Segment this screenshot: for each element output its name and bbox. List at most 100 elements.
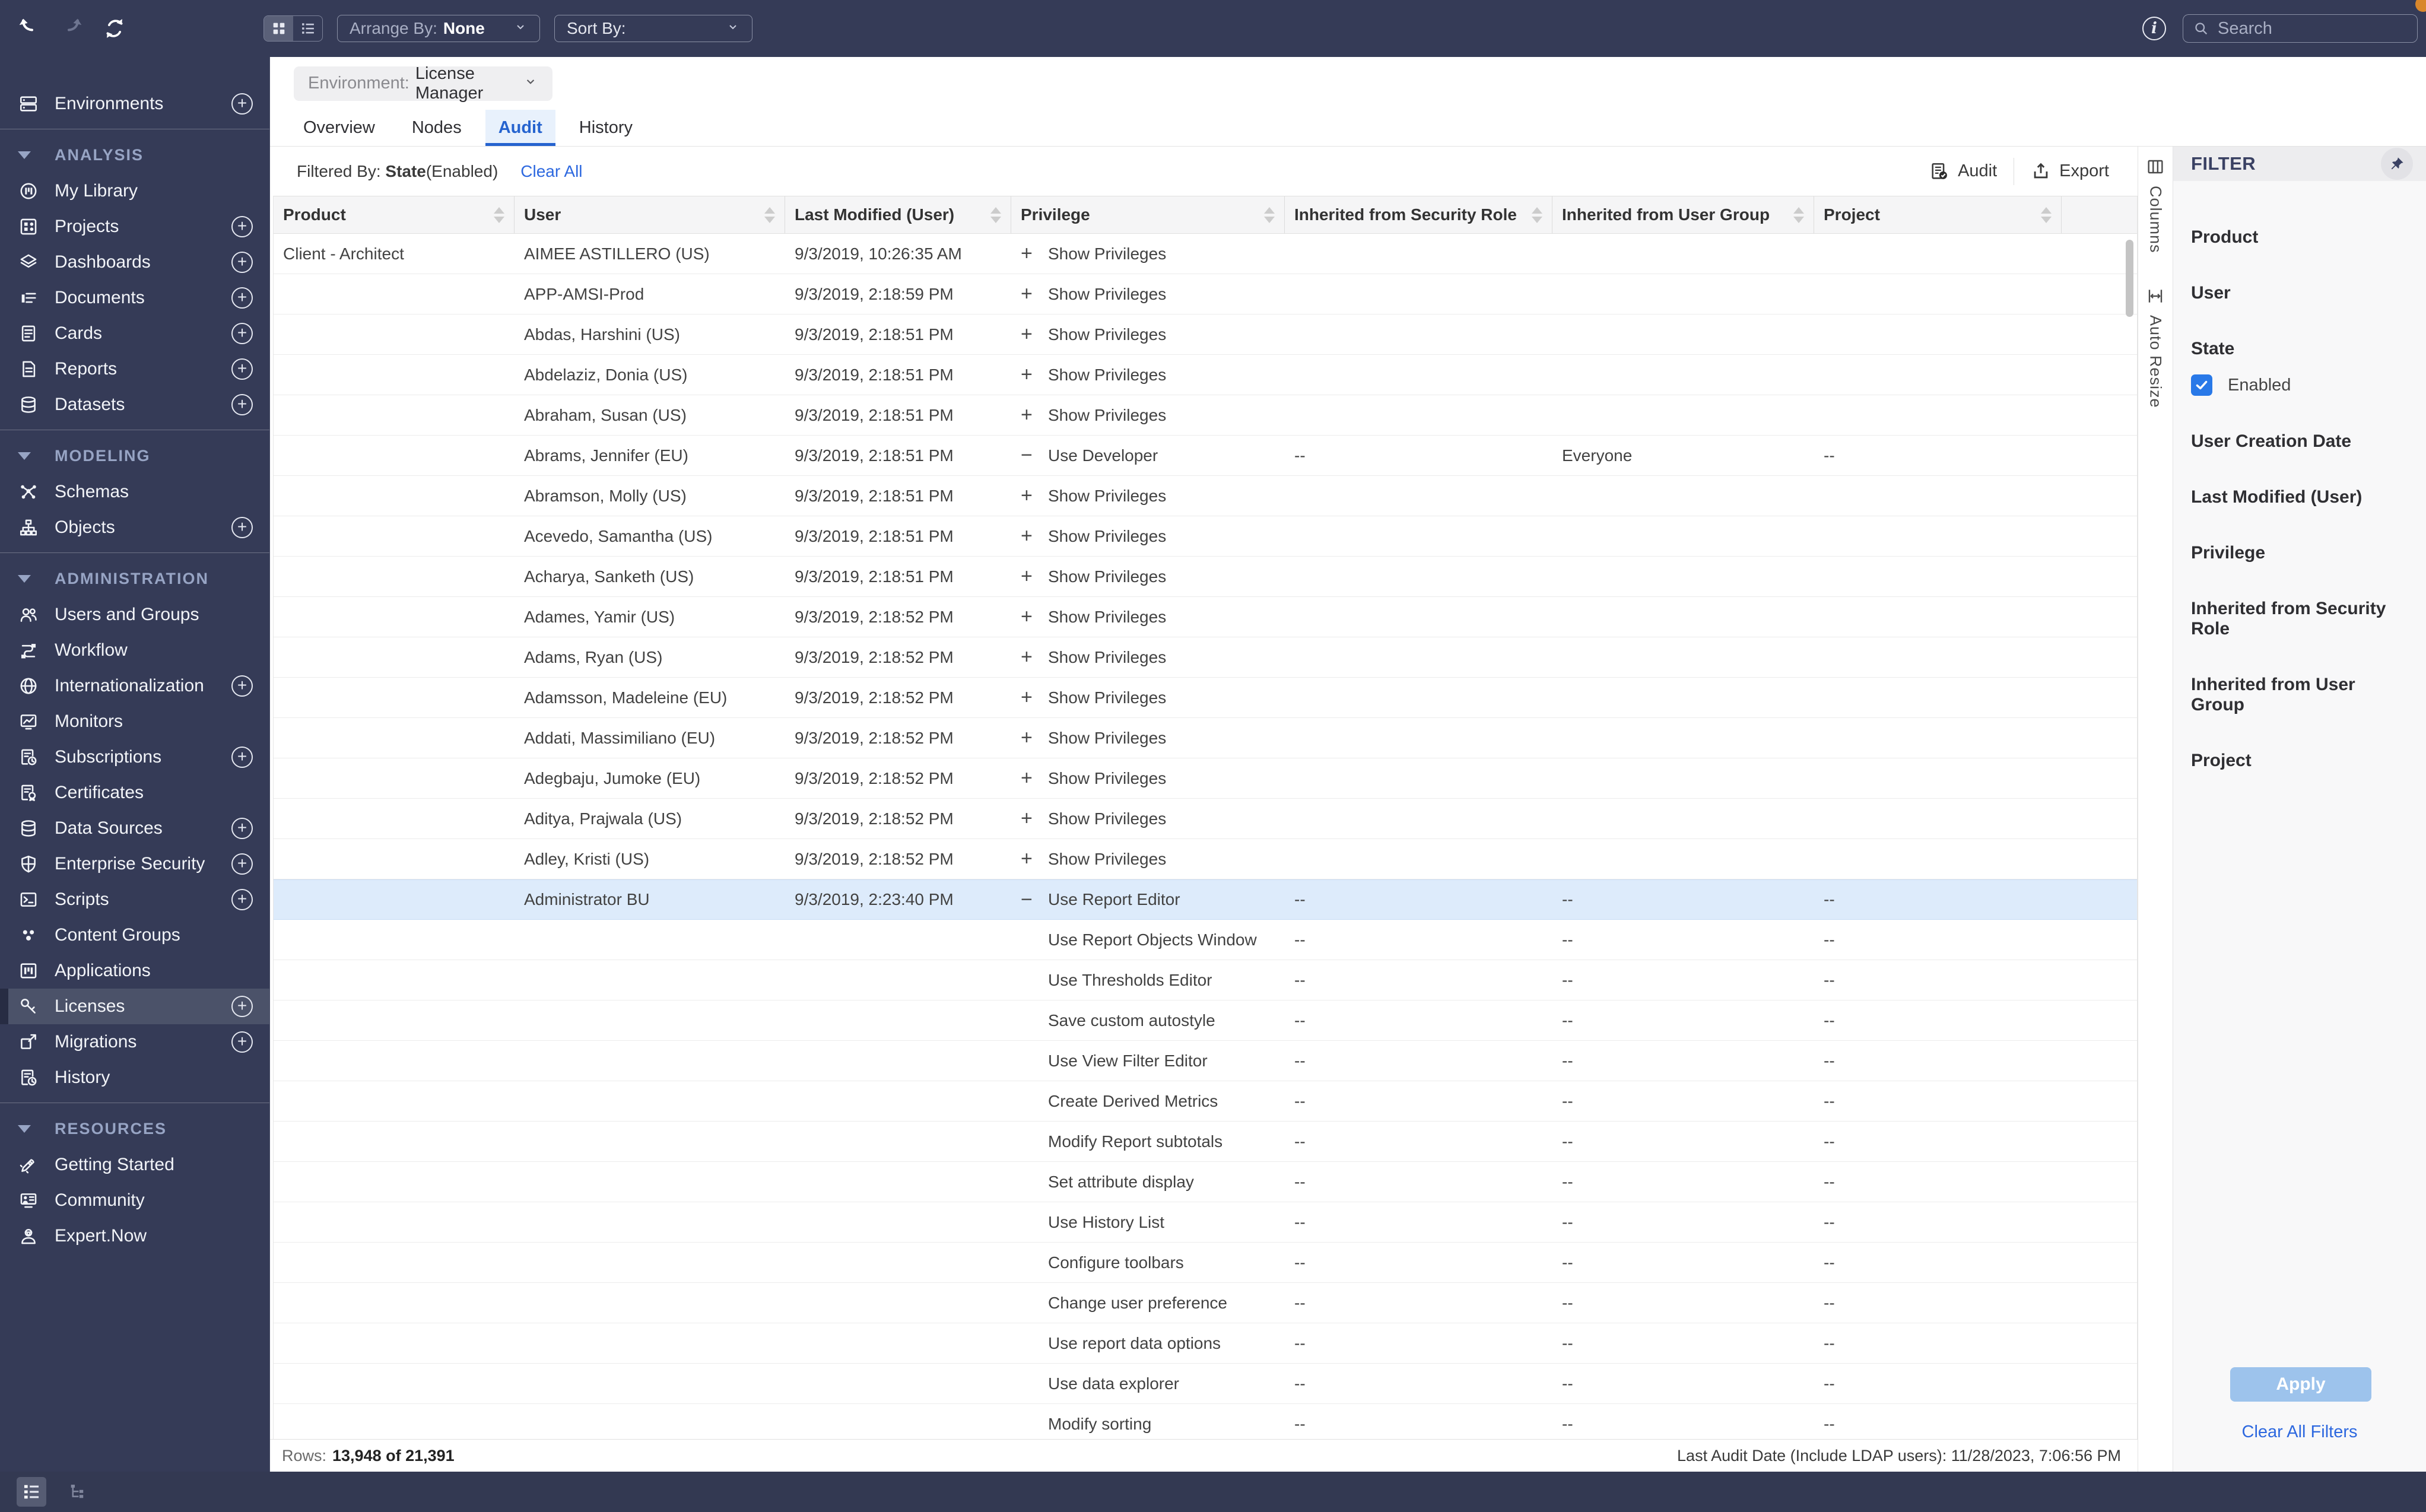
add-icon[interactable]: + xyxy=(231,216,253,237)
sort-icon[interactable] xyxy=(764,207,775,223)
sidebar-item-applications[interactable]: Applications xyxy=(0,953,269,989)
tree-view-mode-button[interactable] xyxy=(63,1477,93,1507)
sidebar-item-getting-started[interactable]: Getting Started xyxy=(0,1147,269,1183)
expand-icon[interactable]: + xyxy=(1021,726,1048,749)
expand-icon[interactable]: + xyxy=(1021,847,1048,871)
auto-resize-tab[interactable]: Auto Resize xyxy=(2146,287,2165,408)
add-icon[interactable]: + xyxy=(231,93,253,115)
add-icon[interactable]: + xyxy=(231,996,253,1017)
expand-icon[interactable]: + xyxy=(1021,525,1048,548)
column-header-last-modified-user-[interactable]: Last Modified (User) xyxy=(785,196,1011,233)
sidebar-item-data-sources[interactable]: Data Sources+ xyxy=(0,811,269,846)
sidebar-section-modeling[interactable]: MODELING xyxy=(0,437,269,474)
sidebar-item-environments[interactable]: Environments+ xyxy=(0,86,269,122)
sidebar-item-internationalization[interactable]: Internationalization+ xyxy=(0,668,269,704)
table-row[interactable]: Modify sorting------ xyxy=(274,1404,2137,1439)
sidebar-item-projects[interactable]: Projects+ xyxy=(0,209,269,244)
sidebar-item-history[interactable]: History xyxy=(0,1060,269,1095)
table-row[interactable]: Adley, Kristi (US)9/3/2019, 2:18:52 PM+S… xyxy=(274,839,2137,879)
column-header-privilege[interactable]: Privilege xyxy=(1011,196,1285,233)
sort-icon[interactable] xyxy=(1793,207,1804,223)
sidebar-section-analysis[interactable]: ANALYSIS xyxy=(0,136,269,173)
table-row[interactable]: Abramson, Molly (US)9/3/2019, 2:18:51 PM… xyxy=(274,476,2137,516)
column-header-project[interactable]: Project xyxy=(1814,196,2062,233)
info-icon[interactable]: i xyxy=(2142,17,2166,40)
add-icon[interactable]: + xyxy=(231,1031,253,1053)
export-button[interactable]: Export xyxy=(2014,161,2126,182)
table-row[interactable]: Adames, Yamir (US)9/3/2019, 2:18:52 PM+S… xyxy=(274,597,2137,637)
table-row[interactable]: Client - ArchitectAIMEE ASTILLERO (US)9/… xyxy=(274,234,2137,274)
redo-icon[interactable] xyxy=(58,15,85,42)
add-icon[interactable]: + xyxy=(231,394,253,415)
sidebar-item-scripts[interactable]: Scripts+ xyxy=(0,882,269,917)
tab-overview[interactable]: Overview xyxy=(290,110,388,146)
table-row[interactable]: Adamsson, Madeleine (EU)9/3/2019, 2:18:5… xyxy=(274,678,2137,718)
expand-icon[interactable]: + xyxy=(1021,363,1048,386)
expand-icon[interactable]: + xyxy=(1021,282,1048,306)
table-row[interactable]: Abraham, Susan (US)9/3/2019, 2:18:51 PM+… xyxy=(274,395,2137,436)
sidebar-item-certificates[interactable]: Certificates xyxy=(0,775,269,811)
sidebar-item-migrations[interactable]: Migrations+ xyxy=(0,1024,269,1060)
table-row[interactable]: Use data explorer------ xyxy=(274,1364,2137,1404)
sidebar-item-enterprise-security[interactable]: Enterprise Security+ xyxy=(0,846,269,882)
table-row[interactable]: Abdas, Harshini (US)9/3/2019, 2:18:51 PM… xyxy=(274,315,2137,355)
grid-view-button[interactable] xyxy=(264,16,293,41)
refresh-icon[interactable] xyxy=(101,15,128,42)
expand-icon[interactable]: + xyxy=(1021,646,1048,669)
sidebar-item-objects[interactable]: Objects+ xyxy=(0,510,269,545)
table-row[interactable]: Use Thresholds Editor------ xyxy=(274,960,2137,1000)
sidebar-item-users-and-groups[interactable]: Users and Groups xyxy=(0,597,269,633)
sidebar-item-monitors[interactable]: Monitors xyxy=(0,704,269,739)
add-icon[interactable]: + xyxy=(231,747,253,768)
expand-icon[interactable]: + xyxy=(1021,767,1048,790)
sidebar-item-expert-now[interactable]: Expert.Now xyxy=(0,1218,269,1254)
table-row[interactable]: Adams, Ryan (US)9/3/2019, 2:18:52 PM+Sho… xyxy=(274,637,2137,678)
sort-by-dropdown[interactable]: Sort By: xyxy=(554,15,752,42)
add-icon[interactable]: + xyxy=(231,818,253,839)
tab-audit[interactable]: Audit xyxy=(485,110,555,146)
sidebar-item-community[interactable]: Community xyxy=(0,1183,269,1218)
undo-icon[interactable] xyxy=(15,15,43,42)
clear-all-filters-link[interactable]: Clear All Filters xyxy=(2173,1422,2426,1442)
sidebar-item-documents[interactable]: Documents+ xyxy=(0,280,269,316)
table-row[interactable]: Abdelaziz, Donia (US)9/3/2019, 2:18:51 P… xyxy=(274,355,2137,395)
table-row[interactable]: Save custom autostyle------ xyxy=(274,1000,2137,1041)
add-icon[interactable]: + xyxy=(231,675,253,697)
sidebar-item-reports[interactable]: Reports+ xyxy=(0,351,269,387)
table-row[interactable]: Configure toolbars------ xyxy=(274,1243,2137,1283)
add-icon[interactable]: + xyxy=(231,853,253,875)
search-input[interactable] xyxy=(2218,19,2396,39)
sidebar-item-subscriptions[interactable]: Subscriptions+ xyxy=(0,739,269,775)
collapse-icon[interactable]: − xyxy=(1021,444,1048,467)
sort-icon[interactable] xyxy=(2041,207,2052,223)
sort-icon[interactable] xyxy=(990,207,1001,223)
list-view-mode-button[interactable] xyxy=(17,1477,46,1507)
sidebar-item-dashboards[interactable]: Dashboards+ xyxy=(0,244,269,280)
table-row[interactable]: Use View Filter Editor------ xyxy=(274,1041,2137,1081)
environment-dropdown[interactable]: Environment: License Manager xyxy=(294,66,552,101)
add-icon[interactable]: + xyxy=(231,252,253,273)
sort-icon[interactable] xyxy=(494,207,504,223)
list-view-button[interactable] xyxy=(293,16,322,41)
tab-nodes[interactable]: Nodes xyxy=(399,110,475,146)
add-icon[interactable]: + xyxy=(231,358,253,380)
column-header-inherited-from-user-group[interactable]: Inherited from User Group xyxy=(1552,196,1814,233)
expand-icon[interactable]: + xyxy=(1021,807,1048,830)
expand-icon[interactable]: + xyxy=(1021,242,1048,265)
table-row[interactable]: Abrams, Jennifer (EU)9/3/2019, 2:18:51 P… xyxy=(274,436,2137,476)
arrange-by-dropdown[interactable]: Arrange By: None xyxy=(337,15,540,42)
table-row[interactable]: Acevedo, Samantha (US)9/3/2019, 2:18:51 … xyxy=(274,516,2137,557)
table-row[interactable]: Create Derived Metrics------ xyxy=(274,1081,2137,1122)
add-icon[interactable]: + xyxy=(231,517,253,538)
table-row[interactable]: Addati, Massimiliano (EU)9/3/2019, 2:18:… xyxy=(274,718,2137,758)
sort-icon[interactable] xyxy=(1264,207,1275,223)
sidebar-item-workflow[interactable]: Workflow xyxy=(0,633,269,668)
pin-button[interactable] xyxy=(2381,148,2413,180)
collapse-icon[interactable]: − xyxy=(1021,888,1048,911)
sidebar-item-content-groups[interactable]: Content Groups xyxy=(0,917,269,953)
sort-icon[interactable] xyxy=(1532,207,1542,223)
expand-icon[interactable]: + xyxy=(1021,484,1048,507)
column-header-inherited-from-security-role[interactable]: Inherited from Security Role xyxy=(1285,196,1552,233)
clear-all-link[interactable]: Clear All xyxy=(520,162,582,181)
sidebar-item-my-library[interactable]: My Library xyxy=(0,173,269,209)
